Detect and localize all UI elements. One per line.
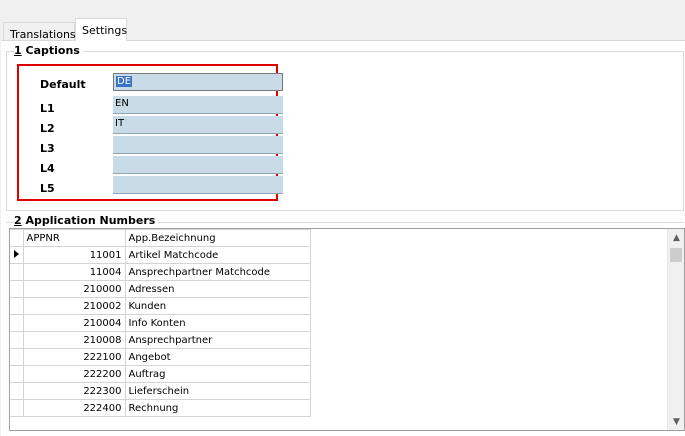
application-numbers-grid[interactable]: APPNR App.Bezeichnung 11001 Artikel Matc… [9, 228, 685, 431]
cell-appnr[interactable]: 11001 [22, 246, 126, 264]
cell-appnr[interactable]: 210008 [22, 331, 126, 349]
caption-label-default: Default [40, 78, 86, 91]
captions-group-label: Captions [25, 44, 80, 57]
caption-field-l4[interactable] [113, 156, 283, 174]
cell-name[interactable]: Info Konten [124, 314, 311, 332]
table-row[interactable]: 210002 Kunden [10, 297, 311, 315]
caption-label-l1: L1 [40, 102, 55, 115]
caption-field-default[interactable]: DE [113, 73, 283, 91]
caption-field-l1[interactable]: EN [113, 96, 283, 114]
row-indicator [10, 297, 24, 315]
current-row-indicator [10, 246, 24, 264]
cell-name[interactable]: Auftrag [124, 365, 311, 383]
captions-group-title: 1 Captions [14, 44, 83, 57]
applications-group-label: Application Numbers [25, 214, 156, 227]
caption-label-l3: L3 [40, 142, 55, 155]
cell-appnr[interactable]: 222100 [22, 348, 126, 366]
row-indicator [10, 331, 24, 349]
tab-strip: Translations Settings [0, 0, 685, 41]
cell-appnr[interactable]: 222200 [22, 365, 126, 383]
cell-name[interactable]: Artikel Matchcode [124, 246, 311, 264]
table-row[interactable]: 222100 Angebot [10, 348, 311, 366]
cell-name[interactable]: Angebot [124, 348, 311, 366]
table-header-row: APPNR App.Bezeichnung [10, 229, 311, 247]
applications-group-number: 2 [14, 214, 22, 227]
row-header-corner [10, 229, 24, 247]
table-row[interactable]: 11001 Artikel Matchcode [10, 246, 311, 264]
cell-appnr[interactable]: 210000 [22, 280, 126, 298]
cell-appnr[interactable]: 210004 [22, 314, 126, 332]
cell-appnr[interactable]: 222300 [22, 382, 126, 400]
caption-value-default: DE [116, 76, 133, 87]
caption-field-l5[interactable] [113, 176, 283, 194]
row-indicator [10, 280, 24, 298]
row-indicator [10, 399, 24, 417]
caption-field-l2[interactable]: IT [113, 116, 283, 134]
captions-highlight-box: Default DE L1 EN L2 IT L3 L4 L5 [17, 64, 283, 201]
table-row[interactable]: 222300 Lieferschein [10, 382, 311, 400]
caption-field-l3[interactable] [113, 136, 283, 154]
caption-label-l5: L5 [40, 182, 55, 195]
table-row[interactable]: 210000 Adressen [10, 280, 311, 298]
cell-name[interactable]: Rechnung [124, 399, 311, 417]
captions-group-number: 1 [14, 44, 22, 57]
tab-settings[interactable]: Settings [75, 18, 127, 41]
column-header-bezeichnung[interactable]: App.Bezeichnung [124, 229, 311, 247]
scrollbar-thumb[interactable] [670, 248, 682, 262]
caption-label-l4: L4 [40, 162, 55, 175]
column-header-appnr[interactable]: APPNR [22, 229, 126, 247]
applications-group-title: 2 Application Numbers [14, 214, 159, 227]
application-numbers-table: APPNR App.Bezeichnung 11001 Artikel Matc… [10, 229, 311, 417]
caption-label-l2: L2 [40, 122, 55, 135]
table-row[interactable]: 11004 Ansprechpartner Matchcode [10, 263, 311, 281]
row-indicator [10, 365, 24, 383]
cell-appnr[interactable]: 11004 [22, 263, 126, 281]
row-indicator [10, 382, 24, 400]
scroll-down-icon[interactable]: ▼ [668, 413, 684, 430]
table-row[interactable]: 210008 Ansprechpartner [10, 331, 311, 349]
cell-name[interactable]: Kunden [124, 297, 311, 315]
cell-appnr[interactable]: 210002 [22, 297, 126, 315]
cell-name[interactable]: Ansprechpartner Matchcode [124, 263, 311, 281]
cell-appnr[interactable]: 222400 [22, 399, 126, 417]
row-indicator [10, 314, 24, 332]
table-row[interactable]: 222200 Auftrag [10, 365, 311, 383]
table-row[interactable]: 210004 Info Konten [10, 314, 311, 332]
cell-name[interactable]: Ansprechpartner [124, 331, 311, 349]
row-indicator [10, 348, 24, 366]
scroll-up-icon[interactable]: ▲ [668, 229, 684, 246]
table-row[interactable]: 222400 Rechnung [10, 399, 311, 417]
tab-translations[interactable]: Translations [3, 22, 76, 41]
settings-panel: 1 Captions Default DE L1 EN L2 IT L3 L4 … [1, 40, 685, 436]
row-indicator [10, 263, 24, 281]
cell-name[interactable]: Adressen [124, 280, 311, 298]
cell-name[interactable]: Lieferschein [124, 382, 311, 400]
vertical-scrollbar[interactable]: ▲ ▼ [667, 229, 684, 430]
row-pointer-icon [14, 250, 19, 258]
